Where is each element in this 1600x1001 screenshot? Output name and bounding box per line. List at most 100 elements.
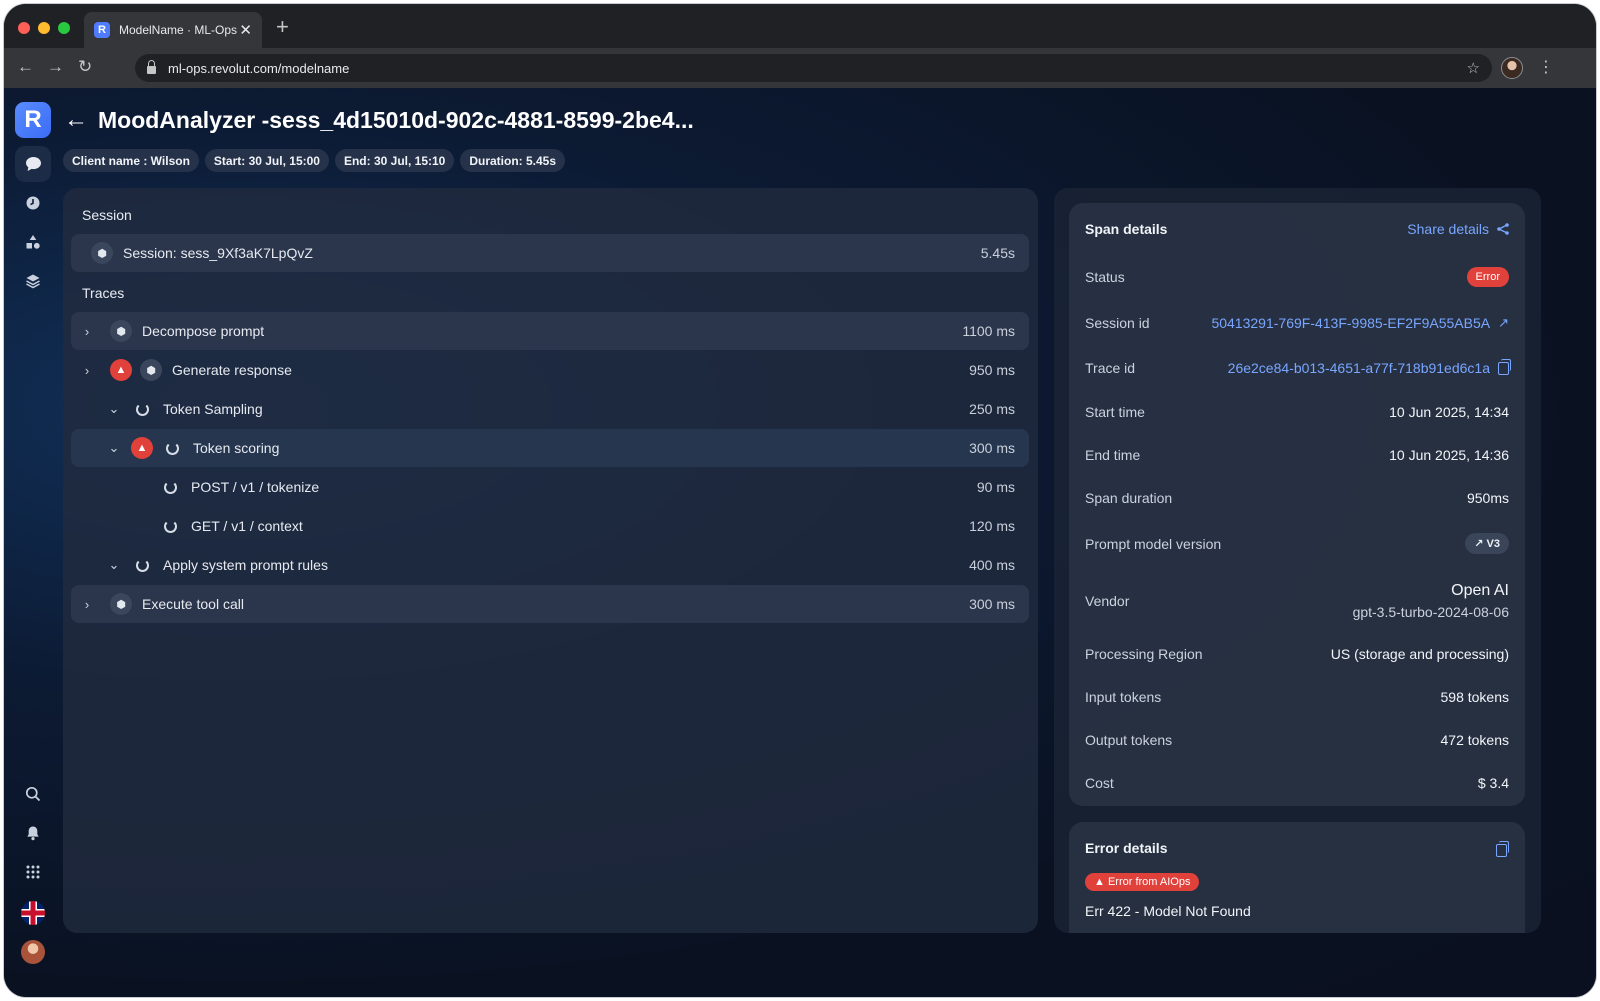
address-bar[interactable]: ml-ops.revolut.com/modelname ☆ xyxy=(135,54,1492,82)
share-details-label: Share details xyxy=(1407,221,1489,237)
language-flag-icon[interactable] xyxy=(21,901,45,925)
back-arrow-icon[interactable]: ← xyxy=(17,57,34,77)
trace-row[interactable]: POST / v1 / tokenize 90 ms xyxy=(71,468,1029,506)
layers-icon[interactable] xyxy=(15,263,51,299)
error-heading: Err 422 - Model Not Found xyxy=(1085,903,1251,919)
hex-icon: ⬢ xyxy=(110,593,132,615)
trace-row-selected[interactable]: ⌄ ▲ Token scoring 300 ms xyxy=(71,429,1029,467)
spinner-icon xyxy=(131,398,153,420)
trace-row[interactable]: ⌄ Token Sampling 250 ms xyxy=(71,390,1029,428)
cost-value: $ 3.4 xyxy=(1477,775,1509,791)
user-avatar[interactable] xyxy=(21,940,45,964)
shapes-icon[interactable] xyxy=(15,224,51,260)
chevron-down-icon[interactable]: ⌄ xyxy=(108,401,120,417)
browser-menu-icon[interactable]: ⋮ xyxy=(1538,57,1554,77)
trace-row[interactable]: GET / v1 / context 120 ms xyxy=(71,507,1029,545)
trace-row[interactable]: › ⬢ Decompose prompt 1100 ms xyxy=(71,312,1029,350)
back-icon[interactable]: ← xyxy=(64,106,94,134)
duration-chip: Duration: 5.45s xyxy=(460,149,566,172)
lock-icon xyxy=(147,60,156,74)
client-name-chip: Client name : Wilson xyxy=(63,149,199,172)
trace-row[interactable]: ⌄ Apply system prompt rules 400 ms xyxy=(71,546,1029,584)
span-duration-label: Span duration xyxy=(1085,490,1173,506)
copy-icon[interactable] xyxy=(1496,841,1509,857)
chevron-right-icon[interactable]: › xyxy=(81,324,93,339)
trace-time: 950 ms xyxy=(969,362,1015,378)
bookmark-star-icon[interactable]: ☆ xyxy=(1467,59,1480,77)
chat-icon[interactable] xyxy=(15,146,51,182)
chevron-right-icon[interactable]: › xyxy=(81,363,93,378)
trace-label: Generate response xyxy=(172,362,292,378)
details-panel: Span details Share details Status Error … xyxy=(1054,188,1541,933)
trace-label: POST / v1 / tokenize xyxy=(191,479,320,495)
copy-icon[interactable] xyxy=(1498,358,1511,375)
history-icon[interactable] xyxy=(15,185,51,221)
browser-tab[interactable]: R ModelName · ML-Ops ✕ xyxy=(84,12,262,48)
span-details-card: Span details Share details Status Error … xyxy=(1069,203,1525,806)
reload-icon[interactable]: ↻ xyxy=(78,57,92,77)
browser-toolbar: ← → ↻ ml-ops.revolut.com/modelname ☆ ⋮ xyxy=(4,48,1596,88)
forward-arrow-icon[interactable]: → xyxy=(47,57,64,77)
input-tokens-value: 598 tokens xyxy=(1440,689,1510,705)
span-details-title: Span details xyxy=(1085,221,1168,237)
status-badge: Error xyxy=(1466,267,1509,287)
end-time-value: 10 Jun 2025, 14:36 xyxy=(1389,447,1509,463)
share-icon xyxy=(1497,223,1509,235)
close-tab-icon[interactable]: ✕ xyxy=(239,21,252,39)
region-value: US (storage and processing) xyxy=(1330,646,1509,662)
vendor-label: Vendor xyxy=(1085,593,1130,609)
traces-section-label: Traces xyxy=(82,285,125,301)
session-id-link[interactable]: 50413291-769F-413F-9985-EF2F9A55AB5A ↗ xyxy=(1211,315,1509,331)
app-root: R ← MoodAnalyzer -sess_4d15010d-902c-488… xyxy=(4,88,1596,997)
session-name: Session: sess_9Xf3aK7LpQvZ xyxy=(123,245,313,261)
warning-icon: ▲ xyxy=(110,359,132,381)
start-time-row: Start time 10 Jun 2025, 14:34 xyxy=(1085,404,1509,420)
output-tokens-row: Output tokens 472 tokens xyxy=(1085,732,1509,748)
chevron-down-icon[interactable]: ⌄ xyxy=(108,557,120,573)
minimize-window-button[interactable] xyxy=(38,22,50,34)
trace-row[interactable]: › ▲ ⬢ Generate response 950 ms xyxy=(71,351,1029,389)
trace-id-row: Trace id 26e2ce84-b013-4651-a77f-718b91e… xyxy=(1085,358,1511,376)
session-row[interactable]: ⬢ Session: sess_9Xf3aK7LpQvZ 5.45s xyxy=(71,234,1029,272)
input-tokens-row: Input tokens 598 tokens xyxy=(1085,689,1509,705)
maximize-window-button[interactable] xyxy=(58,22,70,34)
end-time-row: End time 10 Jun 2025, 14:36 xyxy=(1085,447,1509,463)
spinner-icon xyxy=(131,554,153,576)
apps-grid-icon[interactable] xyxy=(15,854,51,890)
prompt-version-badge[interactable]: ↗ V3 xyxy=(1465,533,1509,554)
prompt-version-row: Prompt model version ↗ V3 xyxy=(1085,533,1509,554)
hex-icon: ⬢ xyxy=(140,359,162,381)
input-tokens-label: Input tokens xyxy=(1085,689,1162,705)
external-link-icon[interactable]: ↗ xyxy=(1498,315,1509,331)
trace-label: Execute tool call xyxy=(142,596,244,612)
spinner-icon xyxy=(159,515,181,537)
session-id-value: 50413291-769F-413F-9985-EF2F9A55AB5A xyxy=(1211,315,1491,331)
prompt-version-value: V3 xyxy=(1486,538,1500,550)
browser-tab-bar: R ModelName · ML-Ops ✕ + xyxy=(4,4,1596,48)
app-logo[interactable]: R xyxy=(15,102,51,138)
bell-icon[interactable] xyxy=(15,815,51,851)
favicon-icon: R xyxy=(94,22,110,38)
status-label: Status xyxy=(1085,269,1125,285)
share-details-button[interactable]: Share details xyxy=(1407,221,1509,237)
error-details-title: Error details xyxy=(1085,840,1168,856)
chevron-down-icon[interactable]: ⌄ xyxy=(108,440,120,456)
hex-icon: ⬢ xyxy=(91,242,113,264)
close-window-button[interactable] xyxy=(18,22,30,34)
error-source-badge: ▲ Error from AIOps xyxy=(1085,873,1200,891)
region-label: Processing Region xyxy=(1085,646,1203,662)
span-duration-value: 950ms xyxy=(1466,490,1509,506)
start-time-value: 10 Jun 2025, 14:34 xyxy=(1389,404,1509,420)
url-text[interactable]: ml-ops.revolut.com/modelname xyxy=(168,61,1467,76)
chevron-right-icon[interactable]: › xyxy=(81,597,93,612)
warning-icon: ▲ xyxy=(131,437,153,459)
search-icon[interactable] xyxy=(15,776,51,812)
trace-id-value: 26e2ce84-b013-4651-a77f-718b91ed6c1a xyxy=(1227,360,1490,376)
traces-panel: Session ⬢ Session: sess_9Xf3aK7LpQvZ 5.4… xyxy=(63,188,1038,933)
trace-label: GET / v1 / context xyxy=(191,518,303,534)
error-source-text: Error from AIOps xyxy=(1107,876,1191,888)
new-tab-icon[interactable]: + xyxy=(276,16,289,38)
trace-row[interactable]: › ⬢ Execute tool call 300 ms xyxy=(71,585,1029,623)
trace-time: 120 ms xyxy=(969,518,1015,534)
profile-avatar-icon[interactable] xyxy=(1501,57,1523,79)
